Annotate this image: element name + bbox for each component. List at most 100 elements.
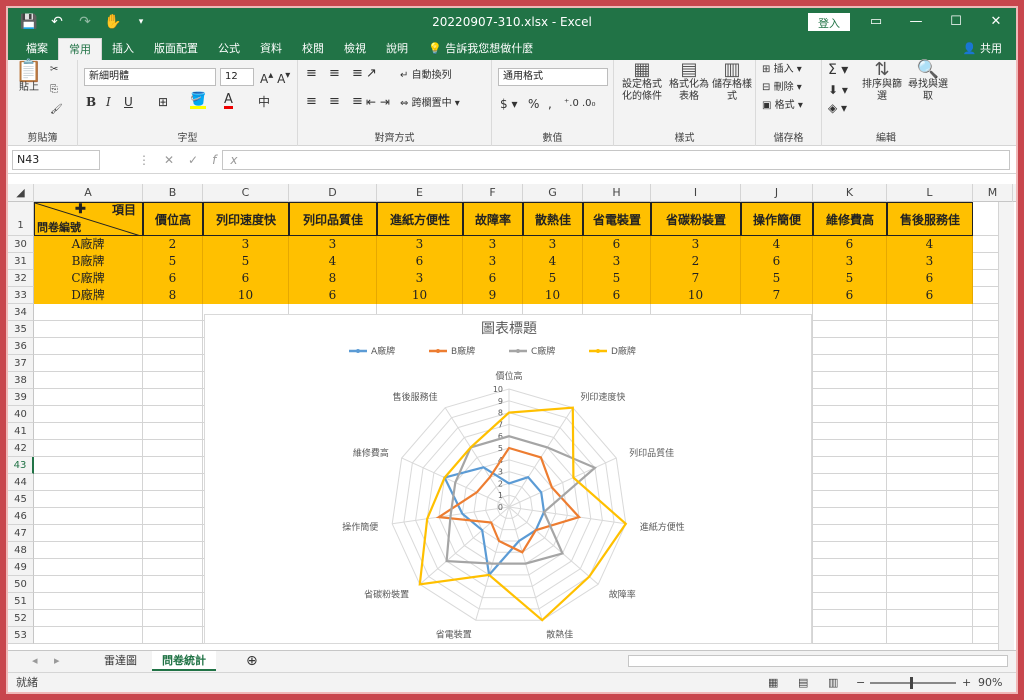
data-cell[interactable]: 6 (813, 287, 887, 304)
tab-view[interactable]: 檢視 (334, 38, 376, 60)
data-cell[interactable]: 5 (741, 270, 813, 287)
data-cell[interactable]: 3 (583, 253, 651, 270)
empty-cell[interactable] (887, 593, 973, 610)
empty-cell[interactable] (887, 321, 973, 338)
empty-cell[interactable] (143, 372, 203, 389)
copy-icon[interactable]: ⎘ (50, 84, 58, 96)
row-header-52[interactable]: 52 (8, 610, 34, 627)
column-header-G[interactable]: G (523, 184, 583, 202)
empty-cell[interactable] (813, 525, 887, 542)
zoom-level[interactable]: 90% (978, 673, 1002, 692)
number-format-select[interactable]: 通用格式 (498, 68, 608, 86)
zoom-out-icon[interactable]: − (856, 673, 865, 692)
column-header-D[interactable]: D (289, 184, 377, 202)
horizontal-align-icons[interactable]: ≡ ≡ ≡ (306, 95, 367, 108)
formula-input[interactable] (222, 150, 1010, 170)
data-cell[interactable]: 3 (651, 236, 741, 253)
empty-cell[interactable] (887, 610, 973, 627)
row-header-49[interactable]: 49 (8, 559, 34, 576)
insert-cells-button[interactable]: ⊞ 插入 ▾ (762, 64, 802, 76)
font-color-icon[interactable]: A (224, 93, 233, 109)
header-cell-4[interactable]: 進紙方便性 (377, 202, 463, 236)
data-cell[interactable]: 6 (203, 270, 289, 287)
header-cell-5[interactable]: 故障率 (463, 202, 523, 236)
empty-cell[interactable] (34, 627, 143, 644)
empty-cell[interactable] (143, 525, 203, 542)
empty-cell[interactable] (143, 389, 203, 406)
empty-cell[interactable] (813, 355, 887, 372)
data-cell[interactable]: 3 (463, 236, 523, 253)
share-button[interactable]: 👤 共用 (963, 38, 1016, 60)
data-cell[interactable]: 5 (583, 270, 651, 287)
sort-filter-button[interactable]: ⇅ 排序與篩選 (860, 61, 904, 103)
empty-cell[interactable] (34, 474, 143, 491)
empty-cell[interactable] (143, 304, 203, 321)
data-cell[interactable]: 6 (463, 270, 523, 287)
find-select-button[interactable]: 🔍 尋找與選取 (908, 61, 948, 103)
fill-color-icon[interactable]: 🪣 (190, 93, 207, 109)
empty-cell[interactable] (143, 559, 203, 576)
row-header-36[interactable]: 36 (8, 338, 34, 355)
wrap-text-button[interactable]: ↵ 自動換列 (400, 70, 452, 82)
grow-font-icon[interactable]: A▴ A▾ (260, 70, 290, 85)
cell-styles-button[interactable]: ▥ 儲存格樣式 (712, 61, 752, 103)
tab-page-layout[interactable]: 版面配置 (144, 38, 208, 60)
empty-cell[interactable] (143, 542, 203, 559)
row-header-41[interactable]: 41 (8, 423, 34, 440)
empty-cell[interactable] (143, 321, 203, 338)
empty-cell[interactable] (813, 491, 887, 508)
data-cell[interactable]: 7 (741, 287, 813, 304)
tab-help[interactable]: 說明 (376, 38, 418, 60)
empty-cell[interactable] (813, 440, 887, 457)
data-cell[interactable]: 10 (203, 287, 289, 304)
page-layout-view-icon[interactable]: ▤ (798, 673, 808, 692)
autosum-icon[interactable]: Σ ▾ (828, 63, 848, 77)
empty-cell[interactable] (34, 338, 143, 355)
empty-cell[interactable] (887, 508, 973, 525)
empty-cell[interactable] (34, 542, 143, 559)
signin-button[interactable]: 登入 (808, 13, 850, 31)
column-header-K[interactable]: K (813, 184, 887, 202)
data-cell[interactable]: 3 (377, 270, 463, 287)
empty-cell[interactable] (887, 304, 973, 321)
empty-cell[interactable] (143, 338, 203, 355)
row-header-33[interactable]: 33 (8, 287, 34, 304)
font-size-select[interactable]: 12 (220, 68, 254, 86)
empty-cell[interactable] (143, 423, 203, 440)
undo-icon[interactable]: ↶ (48, 14, 66, 30)
empty-cell[interactable] (813, 389, 887, 406)
data-cell[interactable]: 6 (583, 287, 651, 304)
empty-cell[interactable] (887, 440, 973, 457)
tab-file[interactable]: 檔案 (16, 38, 58, 60)
data-cell[interactable]: 6 (143, 270, 203, 287)
data-cell[interactable]: 8 (143, 287, 203, 304)
data-cell[interactable]: 4 (741, 236, 813, 253)
data-cell[interactable]: 10 (377, 287, 463, 304)
minimize-icon[interactable]: — (896, 8, 936, 36)
empty-cell[interactable] (34, 457, 143, 474)
brand-cell[interactable]: D廠牌 (34, 287, 143, 304)
header-cell-11[interactable]: 售後服務佳 (887, 202, 973, 236)
header-cell-7[interactable]: 省電裝置 (583, 202, 651, 236)
zoom-slider-thumb[interactable] (910, 677, 913, 689)
empty-cell[interactable] (34, 576, 143, 593)
column-header-C[interactable]: C (203, 184, 289, 202)
phonetic-icon[interactable]: 中 (258, 96, 270, 108)
empty-cell[interactable] (813, 559, 887, 576)
bold-button[interactable]: B (86, 96, 96, 108)
empty-cell[interactable] (34, 321, 143, 338)
empty-cell[interactable] (143, 355, 203, 372)
row-header-47[interactable]: 47 (8, 525, 34, 542)
header-cell-1[interactable]: 價位高 (143, 202, 203, 236)
tell-me-box[interactable]: 💡 告訴我您想做什麼 (418, 38, 543, 60)
delete-cells-button[interactable]: ⊟ 刪除 ▾ (762, 82, 802, 94)
brand-cell[interactable]: A廠牌 (34, 236, 143, 253)
percent-icon[interactable]: % (528, 98, 539, 110)
empty-cell[interactable] (34, 389, 143, 406)
empty-cell[interactable] (34, 525, 143, 542)
row-header-31[interactable]: 31 (8, 253, 34, 270)
data-cell[interactable]: 10 (651, 287, 741, 304)
format-painter-icon[interactable]: 🖌 (50, 104, 63, 116)
data-cell[interactable]: 3 (289, 236, 377, 253)
empty-cell[interactable] (813, 508, 887, 525)
